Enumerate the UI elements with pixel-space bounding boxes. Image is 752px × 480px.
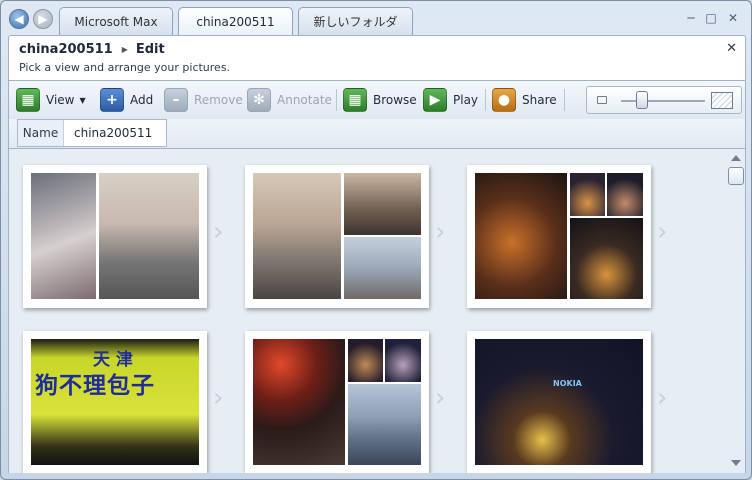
view-button[interactable]: ▦ View ▼ bbox=[16, 87, 86, 113]
minimize-button[interactable]: ─ bbox=[683, 11, 699, 25]
scroll-thumb[interactable] bbox=[728, 167, 744, 185]
chevron-right-icon: › bbox=[213, 217, 224, 247]
photo-night-mall-1[interactable] bbox=[348, 339, 383, 382]
photo-card[interactable] bbox=[245, 331, 429, 473]
browse-grid-icon: ▦ bbox=[343, 88, 367, 112]
sign-text-line2: 狗不理包子 bbox=[35, 372, 155, 399]
chevron-right-icon: ▶ bbox=[121, 45, 128, 54]
name-field[interactable]: Name china200511 bbox=[17, 119, 167, 147]
play-label: Play bbox=[453, 93, 479, 107]
annotate-button[interactable]: ✻ Annotate bbox=[247, 87, 332, 113]
tab-new-folder[interactable]: 新しいフォルダ bbox=[298, 7, 413, 35]
name-row: Name china200511 bbox=[8, 119, 746, 149]
view-layout-icon: ▦ bbox=[16, 88, 40, 112]
zoom-slider-track[interactable] bbox=[621, 100, 705, 102]
share-button[interactable]: ● Share bbox=[492, 87, 557, 113]
photo-city-sunset[interactable] bbox=[253, 173, 341, 299]
title-bar: ◀ ▶ Microsoft Max china200511 新しいフォルダ ─ … bbox=[1, 1, 751, 36]
view-label: View bbox=[46, 93, 75, 107]
play-button[interactable]: ▶ Play bbox=[423, 87, 478, 113]
browse-button[interactable]: ▦ Browse bbox=[343, 87, 417, 113]
annotate-icon: ✻ bbox=[247, 88, 271, 112]
share-label: Share bbox=[522, 93, 557, 107]
photo-night-2[interactable] bbox=[607, 173, 643, 216]
zoom-out-icon[interactable] bbox=[597, 96, 607, 104]
zoom-in-icon[interactable] bbox=[711, 92, 733, 109]
breadcrumb-mode: Edit bbox=[135, 42, 165, 57]
window-close-button[interactable]: ✕ bbox=[725, 11, 741, 25]
browse-label: Browse bbox=[373, 93, 417, 107]
add-label: Add bbox=[130, 93, 154, 107]
back-button[interactable]: ◀ bbox=[9, 9, 29, 29]
name-field-value[interactable]: china200511 bbox=[64, 120, 166, 146]
vertical-scrollbar[interactable] bbox=[727, 149, 745, 473]
tab-china200511[interactable]: china200511 bbox=[178, 7, 293, 36]
photo-card[interactable]: NOKIA bbox=[467, 331, 651, 473]
minus-icon: – bbox=[164, 88, 188, 112]
forward-arrow-icon: ▶ bbox=[38, 12, 48, 26]
photo-church[interactable] bbox=[344, 237, 421, 299]
photo-night-mall-2[interactable] bbox=[385, 339, 421, 382]
add-button[interactable]: + Add bbox=[100, 87, 153, 113]
photo-night-1[interactable] bbox=[570, 173, 605, 216]
scroll-up-icon[interactable] bbox=[731, 155, 741, 161]
annotate-label: Annotate bbox=[277, 93, 332, 107]
photo-night-nokia[interactable]: NOKIA bbox=[475, 339, 643, 465]
photo-mall-interior[interactable] bbox=[348, 384, 421, 465]
photo-yellow-sign[interactable]: 天 津 狗不理包子 bbox=[31, 339, 199, 465]
toolbar-divider bbox=[336, 89, 337, 111]
photo-grid: › › › 天 津 狗不理包子 › › NOKIA › bbox=[8, 149, 746, 473]
photo-mall[interactable] bbox=[31, 173, 96, 299]
chevron-down-icon: ▼ bbox=[79, 95, 86, 105]
photo-red-lanterns[interactable] bbox=[253, 339, 345, 465]
neon-sign-text: NOKIA bbox=[553, 379, 582, 388]
chevron-right-icon: › bbox=[657, 217, 668, 247]
photo-card[interactable] bbox=[245, 165, 429, 308]
photo-skyline[interactable] bbox=[99, 173, 199, 299]
toolbar-divider bbox=[485, 89, 486, 111]
plus-icon: + bbox=[100, 88, 124, 112]
toolbar: ▦ View ▼ + Add – Remove ✻ Annotate ▦ Bro… bbox=[8, 81, 746, 119]
breadcrumb-folder[interactable]: china200511 bbox=[19, 42, 113, 57]
tab-label: china200511 bbox=[196, 15, 275, 29]
name-field-label: Name bbox=[18, 120, 64, 146]
photo-street[interactable] bbox=[344, 173, 421, 235]
breadcrumb: china200511 ▶ Edit bbox=[19, 42, 165, 57]
share-lock-icon: ● bbox=[492, 88, 516, 112]
chevron-right-icon: › bbox=[435, 383, 446, 413]
close-edit-button[interactable]: ✕ bbox=[726, 41, 737, 56]
photo-card[interactable]: 天 津 狗不理包子 bbox=[23, 331, 207, 473]
photo-card[interactable] bbox=[23, 165, 207, 308]
back-arrow-icon: ◀ bbox=[14, 12, 24, 26]
page-subtitle: Pick a view and arrange your pictures. bbox=[19, 61, 231, 74]
zoom-slider-thumb[interactable] bbox=[636, 91, 648, 109]
remove-label: Remove bbox=[194, 93, 243, 107]
tab-microsoft-max[interactable]: Microsoft Max bbox=[59, 7, 173, 35]
forward-button[interactable]: ▶ bbox=[33, 9, 53, 29]
chevron-right-icon: › bbox=[435, 217, 446, 247]
photo-night-traffic[interactable] bbox=[475, 173, 567, 299]
play-icon: ▶ bbox=[423, 88, 447, 112]
chevron-right-icon: › bbox=[657, 383, 668, 413]
tab-label: Microsoft Max bbox=[74, 14, 158, 29]
zoom-control bbox=[586, 86, 742, 114]
photo-night-road[interactable] bbox=[570, 218, 643, 299]
maximize-button[interactable]: □ bbox=[703, 11, 719, 25]
tab-label: 新しいフォルダ bbox=[313, 15, 398, 29]
app-window: ◀ ▶ Microsoft Max china200511 新しいフォルダ ─ … bbox=[0, 0, 752, 480]
remove-button[interactable]: – Remove bbox=[164, 87, 243, 113]
scroll-down-icon[interactable] bbox=[731, 460, 741, 466]
toolbar-divider bbox=[564, 89, 565, 111]
page-header: china200511 ▶ Edit Pick a view and arran… bbox=[8, 35, 746, 81]
photo-card[interactable] bbox=[467, 165, 651, 308]
chevron-right-icon: › bbox=[213, 383, 224, 413]
